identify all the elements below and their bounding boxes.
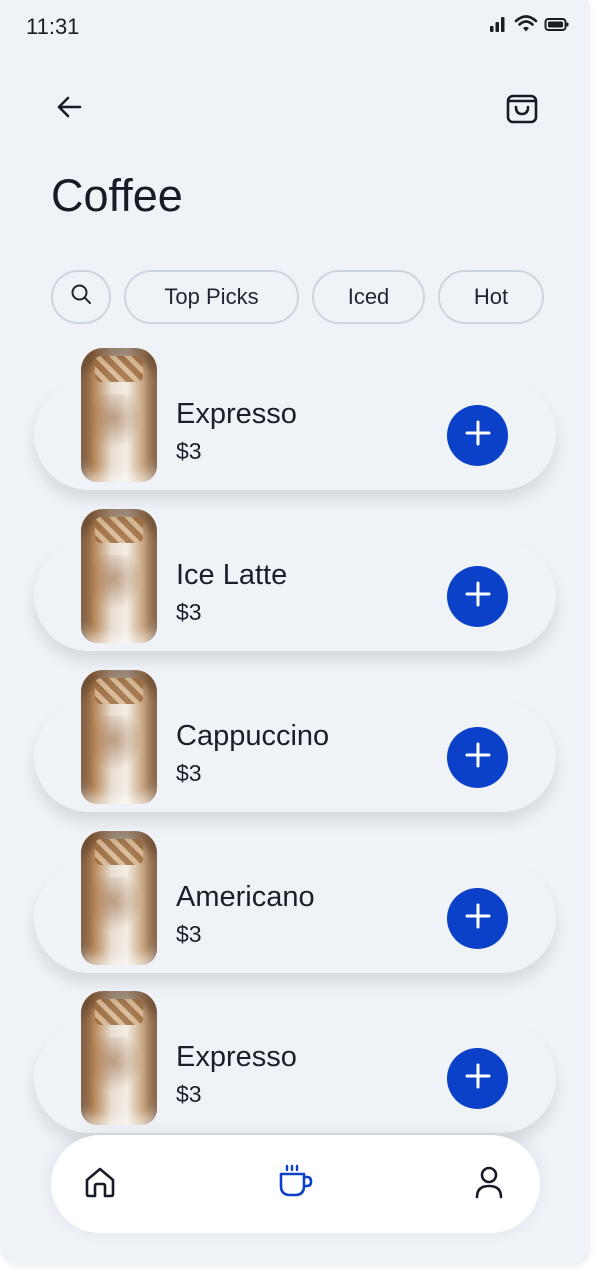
plus-icon [464,1062,492,1095]
product-name: Expresso [176,398,297,430]
plus-icon [464,419,492,452]
product-card[interactable]: Cappuccino $3 [34,670,556,812]
product-name: Ice Latte [176,559,288,591]
product-name: Americano [176,881,315,913]
filter-chip-iced[interactable]: Iced [312,270,425,324]
user-icon [474,1165,504,1204]
page-title: Coffee [51,170,183,221]
product-card[interactable]: Expresso $3 [34,991,556,1133]
filter-chips: Top Picks Iced Hot [51,270,544,324]
nav-coffee[interactable] [274,1162,318,1206]
filter-chip-top-picks[interactable]: Top Picks [124,270,299,324]
filter-chip-hot[interactable]: Hot [438,270,544,324]
cart-button[interactable] [500,87,544,131]
add-to-cart-button[interactable] [447,888,508,949]
product-card[interactable]: Americano $3 [34,831,556,973]
product-price: $3 [176,1081,202,1107]
product-image [81,509,157,643]
status-icons [488,14,570,39]
product-image [81,670,157,804]
product-price: $3 [176,599,202,625]
search-chip[interactable] [51,270,111,324]
search-icon [70,283,92,311]
status-time: 11:31 [26,14,80,39]
product-card[interactable]: Expresso $3 [34,348,556,490]
product-image [81,991,157,1125]
shopping-bag-icon [505,89,539,130]
product-price: $3 [176,438,202,464]
add-to-cart-button[interactable] [447,405,508,466]
product-name: Expresso [176,1041,297,1073]
home-icon [83,1165,117,1204]
product-name: Cappuccino [176,720,330,752]
product-image [81,348,157,482]
nav-home[interactable] [78,1162,122,1206]
coffee-cup-icon [277,1164,315,1205]
bottom-nav [51,1135,540,1233]
product-image [81,831,157,965]
plus-icon [464,902,492,935]
add-to-cart-button[interactable] [447,727,508,788]
status-bar: 11:31 [0,0,588,56]
wifi-icon [514,14,538,39]
signal-icon [488,14,508,39]
add-to-cart-button[interactable] [447,566,508,627]
back-button[interactable] [47,87,91,131]
plus-icon [464,741,492,774]
battery-icon [544,14,570,39]
add-to-cart-button[interactable] [447,1048,508,1109]
plus-icon [464,580,492,613]
product-price: $3 [176,921,202,947]
nav-profile[interactable] [467,1162,511,1206]
product-price: $3 [176,760,202,786]
app-screen: 11:31 Coffee Top Picks Iced Hot Expresso… [0,0,588,1264]
arrow-left-icon [54,92,84,127]
product-card[interactable]: Ice Latte $3 [34,509,556,651]
